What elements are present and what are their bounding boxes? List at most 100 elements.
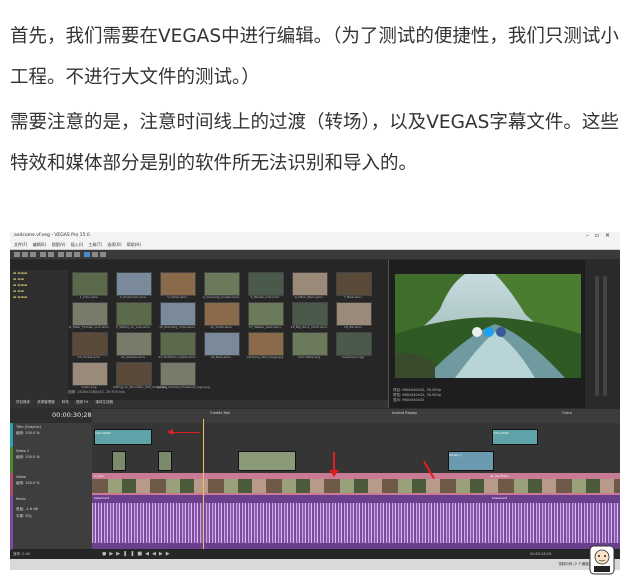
media-thumbnail[interactable] (160, 272, 196, 296)
media-thumbnail[interactable] (292, 272, 328, 296)
track-level: 级别: 100.0 % (16, 455, 40, 459)
window-controls[interactable]: –▫✕ (586, 232, 616, 239)
media-thumbnail[interactable] (72, 332, 108, 356)
folder-icon[interactable]: ▬ ▬▬ (13, 289, 65, 294)
tab-video-fx[interactable]: 视频 FX (76, 400, 89, 404)
media-thumbnail[interactable] (292, 302, 328, 326)
redo-icon[interactable] (48, 252, 54, 257)
media-thumbnail[interactable] (116, 332, 152, 356)
folder-icon[interactable]: ▬ ▬▬ (13, 277, 65, 282)
media-thumbnail[interactable] (248, 272, 284, 296)
snap-icon[interactable] (84, 252, 90, 257)
media-thumbnail[interactable] (248, 302, 284, 326)
clip-label: Vimeo_Y (449, 453, 462, 457)
menu-tools[interactable]: 工具(T) (88, 242, 102, 248)
save-icon[interactable] (30, 252, 36, 257)
paste-icon[interactable] (74, 252, 80, 257)
explorer-tabs: 项目媒体 资源管理器 转场 视频 FX 媒体生成器 (10, 400, 388, 408)
tab-transitions[interactable]: 转场 (62, 400, 69, 404)
menu-options[interactable]: 选项(O) (107, 242, 121, 248)
media-thumbnail[interactable] (116, 272, 152, 296)
folder-icon[interactable]: ▬ ▬▬▬ (13, 283, 65, 288)
video-thumbnails (92, 479, 620, 493)
envelope-tool-icon[interactable] (100, 252, 106, 257)
transport-time: 00:00:28;28 (530, 552, 552, 556)
track-header-music[interactable]: Music 音量: -1.6 dB 平移: 中心 (10, 495, 95, 550)
menu-insert[interactable]: 插入(I) (71, 242, 83, 248)
menu-help[interactable]: 帮助(H) (127, 242, 141, 248)
main-toolbar (10, 250, 620, 259)
marker-instant-replay[interactable]: Instant Replay (392, 411, 417, 415)
media-filename: camping_Still_image.jpg (246, 355, 284, 359)
media-filename: 8_Hiker_Throws_rock.wmv (69, 325, 109, 329)
video-clip[interactable] (112, 451, 126, 471)
media-filename: Vimeo_Youtube_Facebook_logo.png (157, 385, 211, 389)
open-icon[interactable] (22, 252, 28, 257)
media-thumbnail[interactable] (160, 302, 196, 326)
marker-credits[interactable]: Credits Roll (210, 411, 230, 415)
video-clip[interactable] (158, 451, 172, 471)
playhead[interactable] (203, 419, 204, 549)
record-time: 录制时间 (2 个通道) (558, 562, 590, 566)
media-thumbnail[interactable] (160, 362, 196, 386)
media-filename: 7_Bear.wmv (343, 295, 363, 299)
track-level: 级别: 100.0 % (16, 431, 40, 435)
video-preview-panel: 项目: 960x540x32, 30.000p 预览: 960x540x32, … (388, 260, 586, 408)
media-thumbnail[interactable] (204, 272, 240, 296)
transport-controls[interactable]: ●▶▶❚❚■◀◀▶▶ (102, 551, 173, 557)
tab-media-generators[interactable]: 媒体生成器 (96, 400, 114, 404)
media-tree: ▬ ▬▬▬ ▬ ▬▬ ▬ ▬▬▬ ▬ ▬▬ ▬ ▬▬▬ (10, 270, 68, 408)
menu-file[interactable]: 文件(F) (14, 242, 27, 248)
folder-icon[interactable]: ▬ ▬▬▬ (13, 295, 65, 300)
clip-label: intro-0002 (493, 431, 509, 435)
title-clip[interactable]: intro-0002 (492, 429, 538, 445)
track-lane-title[interactable]: intro-0002 intro-0002 (92, 423, 620, 448)
menu-view[interactable]: 视图(V) (52, 242, 66, 248)
media-thumbnail[interactable] (336, 302, 372, 326)
timecode-display: 00:00:30;28 (52, 411, 92, 419)
folder-icon[interactable]: ▬ ▬▬▬ (13, 271, 65, 276)
marker-outro[interactable]: Outro (562, 411, 572, 415)
media-filename: 2_Chamonix.wmv (119, 295, 147, 299)
media-thumbnail[interactable] (336, 272, 372, 296)
track-lane-video2[interactable]: Vimeo_Y (92, 447, 620, 474)
media-thumbnail[interactable] (204, 332, 240, 356)
media-thumbnail[interactable] (292, 332, 328, 356)
meter-left (595, 276, 599, 396)
media-thumbnail[interactable] (336, 332, 372, 356)
new-icon[interactable] (14, 252, 20, 257)
video-clip[interactable] (238, 451, 296, 471)
media-filename: intro-0002.png (297, 355, 321, 359)
media-filename: 18_Big_Rock_climb.wmv (290, 325, 328, 329)
cut-icon[interactable] (58, 252, 64, 257)
media-filename: 20_Alberta.wmv (120, 355, 146, 359)
media-filename: 10_Stacking_rocks.wmv (159, 325, 195, 329)
media-thumbnail[interactable] (72, 362, 108, 386)
media-filename: 19_Elk.wmv (344, 325, 362, 329)
timeline-ruler[interactable]: Credits Roll Instant Replay Outro (92, 409, 620, 423)
track-lane-video[interactable]: 1_Intro 21_Northern (92, 473, 620, 496)
track-header-video2[interactable]: Video 2 级别: 100.0 % (10, 447, 95, 474)
tab-explorer[interactable]: 资源管理器 (37, 400, 55, 404)
media-thumbnail[interactable] (116, 362, 152, 386)
media-thumbnail[interactable] (248, 332, 284, 356)
paragraph-intro: 首先，我们需要在VEGAS中进行编辑。（为了测试的便捷性，我们只测试小工程。不进… (10, 26, 619, 88)
social-logo-clip[interactable]: Vimeo_Y (448, 451, 494, 471)
menu-edit[interactable]: 编辑(E) (33, 242, 47, 248)
media-thumbnail[interactable] (72, 302, 108, 326)
tab-project-media[interactable]: 项目媒体 (16, 400, 30, 404)
undo-icon[interactable] (40, 252, 46, 257)
media-thumbnail[interactable] (204, 302, 240, 326)
title-clip[interactable]: intro-0002 (94, 429, 152, 445)
vegas-screenshot: aedcome.vf.veg - VEGAS Pro 15.0 –▫✕ 文件(F… (10, 232, 620, 570)
edit-tool-icon[interactable] (92, 252, 98, 257)
media-thumbnail[interactable] (160, 332, 196, 356)
copy-icon[interactable] (66, 252, 72, 257)
track-lane-music[interactable]: basement basement (92, 495, 620, 550)
track-header-title[interactable]: Title (Graphic) 级别: 100.0 % (10, 423, 95, 448)
preview-frame (395, 274, 581, 378)
media-thumbnail[interactable] (116, 302, 152, 326)
track-volume: 音量: -1.6 dB (16, 507, 38, 511)
track-header-video[interactable]: Video 级别: 100.0 % (10, 473, 95, 496)
media-thumbnail[interactable] (72, 272, 108, 296)
